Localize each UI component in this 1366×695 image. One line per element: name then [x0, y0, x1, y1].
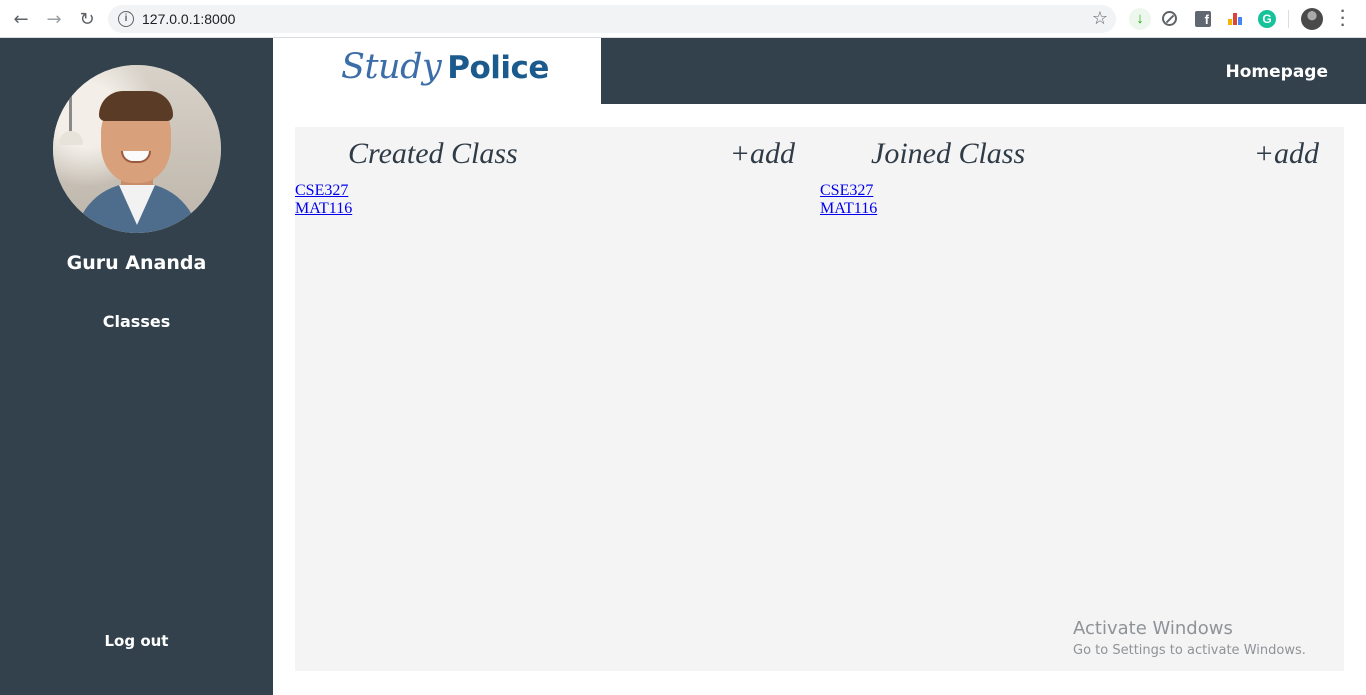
grammarly-extension-icon[interactable]: G [1258, 10, 1276, 28]
class-link-cse327[interactable]: CSE327 [295, 182, 352, 200]
sidebar: Guru Ananda Classes Log out [0, 38, 273, 695]
url-text[interactable]: 127.0.0.1:8000 [142, 11, 235, 27]
created-class-title: Created Class [348, 137, 518, 170]
top-navbar: Homepage [601, 38, 1366, 104]
sidebar-item-classes[interactable]: Classes [0, 312, 273, 331]
joined-class-title: Joined Class [871, 137, 1026, 170]
logo-part-study: Study [341, 47, 442, 87]
homepage-link[interactable]: Homepage [1226, 62, 1329, 82]
logo-area: Study Police [273, 38, 601, 104]
add-joined-class-button[interactable]: +add [1254, 137, 1319, 171]
joined-class-column: Joined Class +add CSE327 MAT116 [820, 127, 1344, 671]
kebab-menu-icon[interactable]: · · · [1336, 4, 1350, 34]
add-created-class-button[interactable]: +add [730, 137, 795, 171]
toolbar-divider [1288, 10, 1289, 28]
watermark-line-1: Activate Windows [1073, 618, 1233, 639]
info-icon[interactable]: i [118, 11, 134, 27]
reload-icon[interactable]: ↻ [75, 7, 99, 31]
windows-activation-watermark: Activate Windows Go to Settings to activ… [1073, 618, 1306, 658]
user-name: Guru Ananda [66, 252, 207, 274]
logo-part-police: Police [447, 50, 549, 86]
study-police-logo[interactable]: Study Police [341, 45, 549, 88]
joined-class-list: CSE327 MAT116 [820, 182, 877, 218]
bars-extension-icon[interactable] [1228, 13, 1244, 25]
avatar [53, 65, 221, 233]
created-class-list: CSE327 MAT116 [295, 182, 352, 218]
browser-toolbar: ← → ↻ i 127.0.0.1:8000 ☆ ↓ f G · · · [0, 0, 1366, 38]
facebook-extension-icon[interactable]: f [1195, 11, 1211, 27]
class-link-cse327[interactable]: CSE327 [820, 182, 877, 200]
classes-panel: Created Class +add CSE327 MAT116 Joined … [295, 127, 1344, 671]
address-bar[interactable]: i 127.0.0.1:8000 ☆ [108, 5, 1116, 33]
profile-avatar-icon[interactable] [1301, 8, 1323, 30]
forward-arrow-icon[interactable]: → [42, 7, 66, 31]
class-link-mat116[interactable]: MAT116 [820, 200, 877, 218]
class-link-mat116[interactable]: MAT116 [295, 200, 352, 218]
created-class-column: Created Class +add CSE327 MAT116 [295, 127, 819, 671]
download-extension-icon[interactable]: ↓ [1129, 8, 1151, 30]
logout-link[interactable]: Log out [0, 632, 273, 650]
back-arrow-icon[interactable]: ← [9, 7, 33, 31]
watermark-line-2: Go to Settings to activate Windows. [1073, 643, 1306, 658]
blocker-extension-icon[interactable] [1162, 11, 1177, 26]
star-icon[interactable]: ☆ [1092, 8, 1108, 29]
